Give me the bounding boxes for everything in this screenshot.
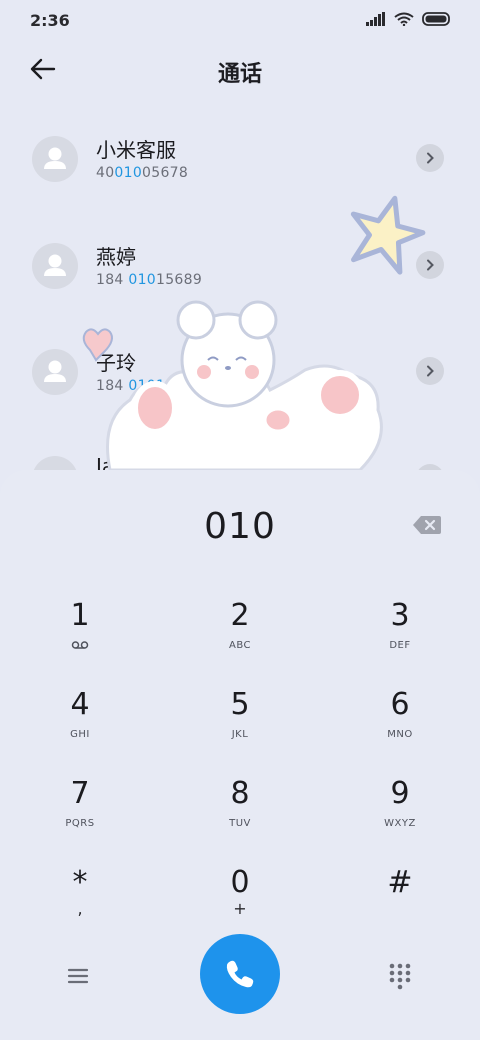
avatar	[32, 136, 78, 182]
backspace-button[interactable]	[412, 514, 442, 536]
status-time: 2:36	[30, 11, 70, 30]
key-digit: 3	[390, 598, 410, 633]
key-digit: 8	[230, 776, 250, 811]
key-letters: WXYZ	[384, 818, 416, 829]
contact-name: 燕婷	[96, 245, 136, 269]
status-icons	[366, 12, 452, 26]
person-icon	[44, 360, 66, 382]
chevron-right-icon	[427, 365, 434, 377]
backspace-icon	[413, 516, 441, 534]
contact-row[interactable]: 子玲 184 0101 5678	[0, 323, 480, 419]
key-3[interactable]: 3 DEF	[340, 598, 460, 678]
avatar	[32, 243, 78, 289]
contact-list: 小米客服 4001005678 燕婷 184 01015689 子玲 184 0…	[0, 110, 480, 470]
key-2[interactable]: 2 ABC	[180, 598, 300, 678]
contact-row[interactable]: 小米客服 4001005678	[0, 110, 480, 206]
contact-row[interactable]: Jason	[0, 430, 480, 470]
dialpad-toggle-button[interactable]	[388, 962, 412, 990]
contact-number: 184 0101 5678	[96, 378, 207, 394]
key-digit: 4	[70, 687, 90, 722]
dial-number-display[interactable]: 010	[0, 506, 480, 547]
avatar	[32, 456, 78, 470]
key-letters: TUV	[229, 818, 251, 829]
status-bar: 2:36	[0, 0, 480, 40]
key-letters: ABC	[228, 640, 251, 651]
contact-name: 子玲	[96, 351, 136, 375]
key-digit: *	[72, 865, 88, 900]
key-sub: ,	[77, 899, 83, 918]
key-digit: 6	[390, 687, 410, 722]
contact-detail-button[interactable]	[416, 357, 444, 385]
key-1[interactable]: 1	[20, 598, 140, 678]
header: 通话	[0, 44, 480, 96]
key-8[interactable]: 8 TUV	[180, 776, 300, 856]
contact-number: 4001005678	[96, 165, 189, 181]
key-4[interactable]: 4 GHI	[20, 687, 140, 767]
contact-name: Jason	[96, 454, 150, 470]
chevron-right-icon	[427, 259, 434, 271]
key-letters: JKL	[231, 729, 249, 740]
person-icon	[44, 254, 66, 276]
key-6[interactable]: 6 MNO	[340, 687, 460, 767]
key-letters: DEF	[389, 640, 411, 651]
contact-name: 小米客服	[96, 138, 176, 162]
page-title: 通话	[217, 62, 262, 87]
bottom-bar	[0, 930, 480, 1020]
key-5[interactable]: 5 JKL	[180, 687, 300, 767]
key-letters: PQRS	[65, 818, 95, 829]
dialpad-grid-icon	[389, 963, 411, 990]
key-digit: 2	[230, 598, 250, 633]
key-sub: +	[233, 899, 247, 918]
contact-detail-button[interactable]	[416, 144, 444, 172]
menu-icon	[67, 968, 89, 984]
key-letters: GHI	[70, 729, 90, 740]
call-button[interactable]	[200, 934, 280, 1014]
key-letters: MNO	[387, 729, 413, 740]
signal-icon	[366, 12, 385, 26]
key-digit: 0	[230, 865, 250, 900]
contact-number: 184 01015689	[96, 272, 203, 288]
key-digit: 9	[390, 776, 410, 811]
key-digit: 5	[230, 687, 250, 722]
avatar	[32, 349, 78, 395]
contact-row[interactable]: 燕婷 184 01015689	[0, 217, 480, 313]
menu-button[interactable]	[64, 964, 92, 988]
key-9[interactable]: 9 WXYZ	[340, 776, 460, 856]
battery-icon	[422, 12, 450, 26]
contact-detail-button[interactable]	[416, 251, 444, 279]
dial-panel: 010 1 2 ABC 3 DEF 4 GHI 5 JKL 6 MNO 7 PQ…	[0, 470, 480, 1040]
person-icon	[44, 147, 66, 169]
key-7[interactable]: 7 PQRS	[20, 776, 140, 856]
key-digit: 1	[70, 598, 90, 633]
wifi-icon	[394, 12, 414, 26]
voicemail-icon	[20, 640, 140, 654]
key-digit: 7	[70, 776, 90, 811]
chevron-right-icon	[427, 152, 434, 164]
key-digit: #	[387, 865, 413, 900]
phone-icon	[226, 960, 254, 988]
